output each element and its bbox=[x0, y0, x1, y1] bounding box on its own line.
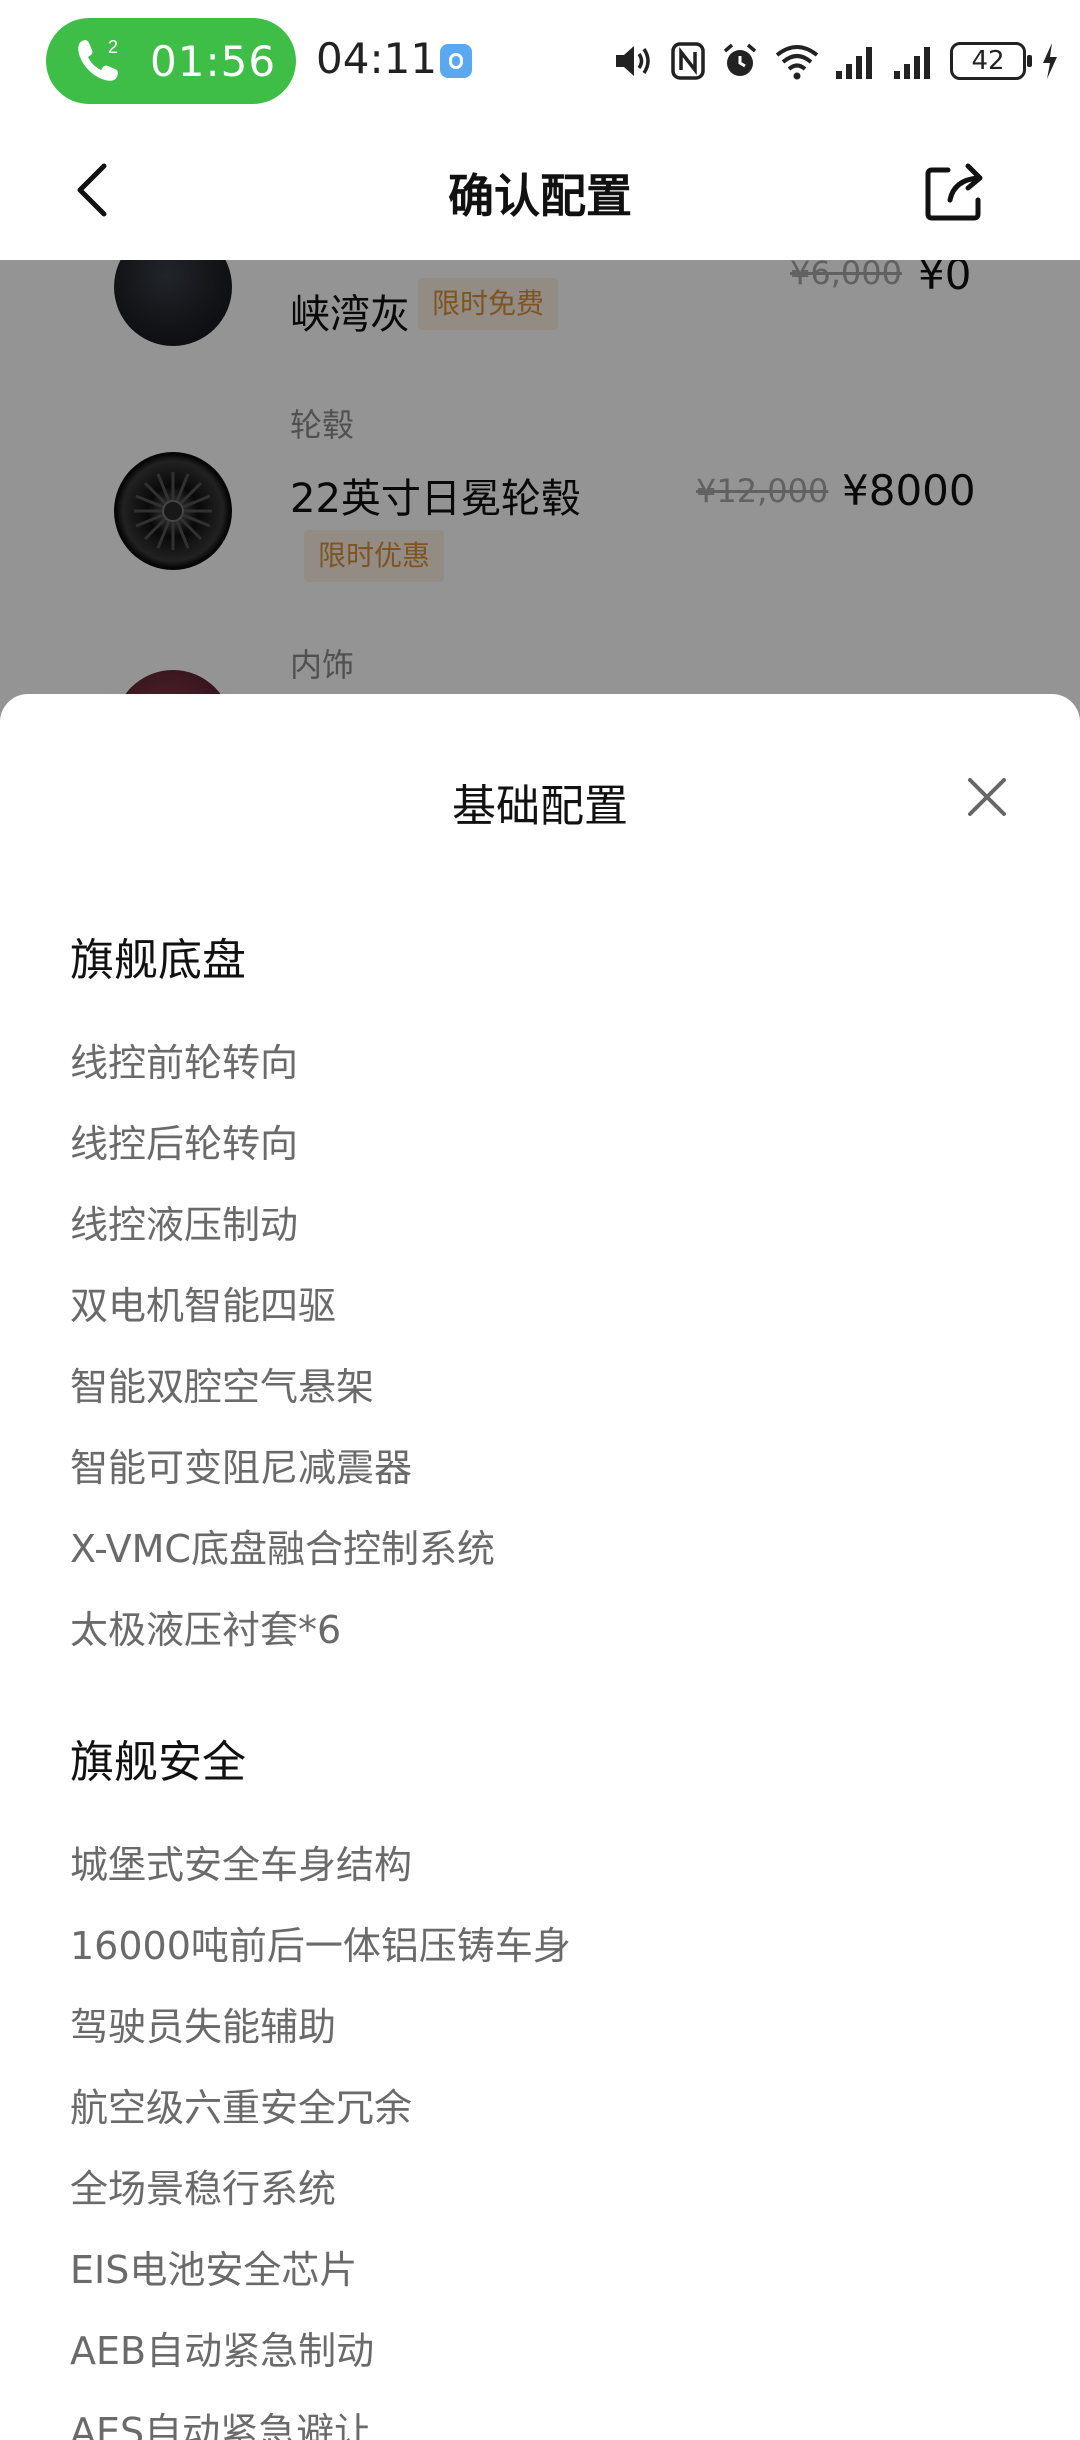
feature-item: 线控前轮转向 bbox=[70, 1041, 299, 1085]
feature-item: 智能可变阻尼减震器 bbox=[70, 1446, 413, 1490]
feature-item: AEB自动紧急制动 bbox=[70, 2329, 375, 2373]
alarm-icon bbox=[723, 43, 757, 76]
page-title: 确认配置 bbox=[448, 169, 632, 223]
feature-item: 线控液压制动 bbox=[70, 1203, 299, 1247]
clock: 04:11 bbox=[316, 34, 438, 83]
feature-item: 16000吨前后一体铝压铸车身 bbox=[70, 1924, 571, 1968]
phone-call-icon: 2 bbox=[78, 37, 118, 81]
feature-item: 线控后轮转向 bbox=[70, 1122, 299, 1166]
status-bar: 2 01:56 04:11 42 bbox=[0, 0, 1080, 120]
volume-icon bbox=[616, 46, 650, 76]
ongoing-call-pill[interactable]: 2 01:56 bbox=[46, 18, 296, 104]
feature-item: X-VMC底盘融合控制系统 bbox=[70, 1527, 495, 1571]
feature-item: EIS电池安全芯片 bbox=[70, 2248, 358, 2292]
system-status-icons: 42 bbox=[612, 36, 1060, 86]
share-button[interactable] bbox=[920, 156, 990, 226]
sheet-title: 基础配置 bbox=[452, 781, 628, 832]
feature-item: 城堡式安全车身结构 bbox=[70, 1843, 413, 1887]
section-title: 旗舰安全 bbox=[70, 1737, 246, 1788]
battery-level: 42 bbox=[971, 46, 1005, 76]
signal-1-icon bbox=[836, 47, 872, 79]
feature-item: 双电机智能四驱 bbox=[70, 1284, 337, 1328]
nfc-icon bbox=[671, 42, 705, 80]
basic-config-sheet: 基础配置 旗舰底盘线控前轮转向 线控后轮转向 线控液压制动 双电机智能四驱 智能双腔空气… bbox=[0, 694, 1080, 2440]
feature-item: 太极液压衬套*6 bbox=[70, 1608, 342, 1652]
section-title: 旗舰底盘 bbox=[70, 935, 246, 986]
feature-item: 全场景稳行系统 bbox=[70, 2167, 337, 2211]
wifi-icon bbox=[775, 45, 819, 80]
app-notification-icon bbox=[440, 44, 472, 78]
signal-2-icon bbox=[894, 47, 930, 79]
feature-item: 智能双腔空气悬架 bbox=[70, 1365, 375, 1409]
feature-item: 航空级六重安全冗余 bbox=[70, 2086, 413, 2130]
navigation-bar: 确认配置 bbox=[0, 120, 1080, 260]
charging-icon bbox=[1043, 43, 1057, 79]
call-timer: 01:56 bbox=[150, 36, 277, 86]
call-line-number: 2 bbox=[108, 37, 118, 57]
modal-backdrop[interactable] bbox=[0, 260, 1080, 720]
feature-item: 驾驶员失能辅助 bbox=[70, 2005, 337, 2049]
close-button[interactable] bbox=[962, 772, 1012, 822]
feature-item: AES自动紧急避让 bbox=[70, 2410, 373, 2440]
battery-icon: 42 bbox=[950, 42, 1032, 80]
screen: 2 01:56 04:11 42 确认配置 峡湾灰 限时免费 ¥6,000 ¥0… bbox=[0, 0, 1080, 2440]
